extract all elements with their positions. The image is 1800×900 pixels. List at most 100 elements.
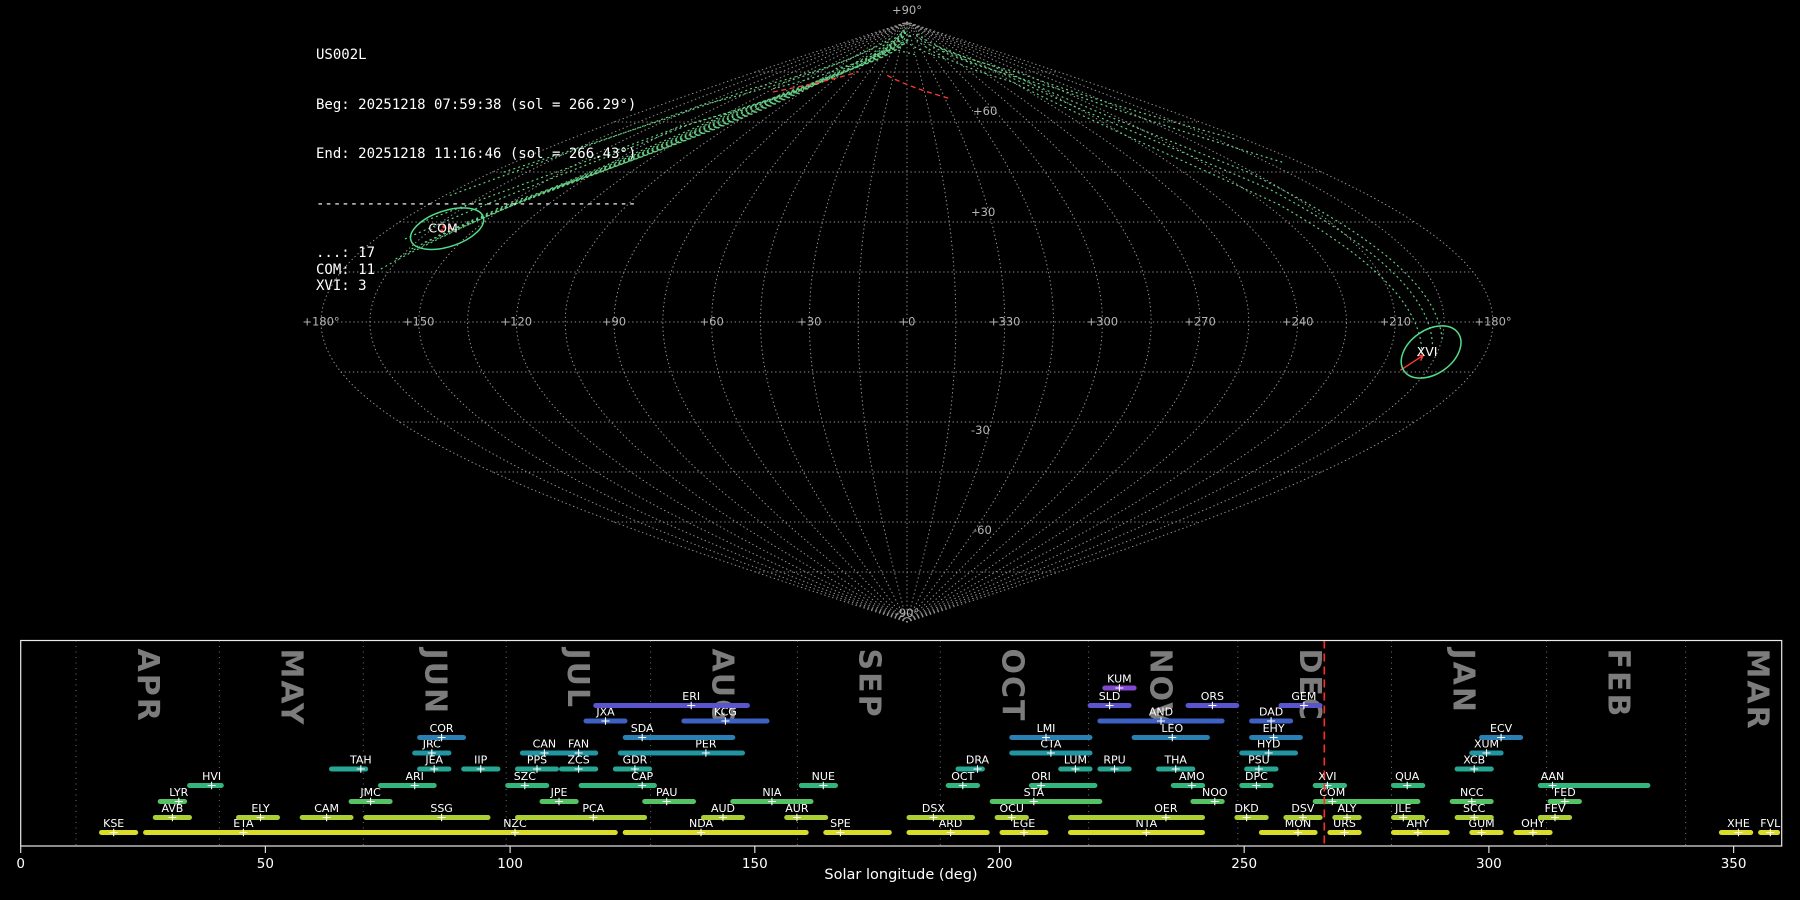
month-label: DEC — [1292, 649, 1327, 722]
longitude-label: +330 — [989, 315, 1021, 329]
shower-label: XVI — [1318, 770, 1336, 783]
shower-label: ORS — [1201, 690, 1224, 703]
count-line: COM: 11 — [316, 261, 376, 278]
shower-bar — [143, 830, 378, 835]
shower-label: KSE — [103, 817, 124, 830]
shower-label: SDA — [631, 722, 654, 735]
shower-label: JPE — [550, 786, 568, 799]
axis-tick-label: 100 — [497, 856, 523, 872]
longitude-label: +180° — [1474, 315, 1511, 329]
shower-label: NOO — [1202, 786, 1228, 799]
separator-line: -------------------------------------- — [316, 195, 637, 212]
shower-bar — [99, 830, 139, 835]
axis-tick-label: 150 — [742, 856, 768, 872]
axis-tick-label: 350 — [1721, 856, 1747, 872]
shower-bar — [1234, 815, 1269, 820]
shower-bar — [515, 815, 648, 820]
activity-timeline: APR MAY JUN JUL AUG SEP OCT NOV DEC JAN FEB MARKSE E… — [16, 639, 1783, 872]
shower-bar — [622, 830, 809, 835]
month-label: JAN — [1446, 647, 1481, 715]
shower-label: EHY — [1263, 722, 1285, 735]
shower-label: IIP — [474, 754, 487, 767]
longitude-label: +60 — [700, 315, 724, 329]
latitude-label: -30 — [971, 423, 990, 437]
shower-label: NUE — [812, 770, 835, 783]
plot-canvas: Solar longitude (deg) COMXVI+180° +150 +12… — [16, 3, 1783, 883]
shower-bar — [593, 703, 750, 708]
shower-bar — [617, 750, 745, 756]
axis-tick-label: 200 — [987, 856, 1013, 872]
count-line: ...: 17 — [316, 245, 376, 261]
shower-label: DSX — [922, 802, 945, 815]
shower-bar — [1009, 735, 1093, 740]
shower-label: DPC — [1245, 770, 1268, 783]
shower-label: AUD — [711, 802, 735, 815]
shower-label: GEM — [1291, 690, 1316, 703]
shower-label: SZC — [514, 770, 537, 783]
month-label: APR — [130, 649, 165, 723]
axis-tick-label: 250 — [1231, 856, 1257, 872]
meteor-radiant-screen: Solar longitude (deg) COM XVI +180° +150 +12… — [0, 0, 1800, 900]
shower-label: OER — [1154, 802, 1178, 815]
meteor-trail — [915, 34, 1434, 350]
month-label: MAR — [1740, 649, 1775, 731]
begin-time: Beg: 20251218 07:59:38 (sol = 266.29°) — [316, 96, 637, 113]
axis-tick-label: 300 — [1476, 856, 1502, 872]
shower-bar — [784, 815, 829, 820]
station-id: US002L — [316, 47, 367, 63]
shower-bar — [906, 815, 975, 820]
shower-bar — [989, 799, 1103, 804]
shower-label: ORI — [1031, 770, 1051, 783]
shower-label: THA — [1163, 754, 1187, 767]
shower-bar — [1068, 830, 1205, 835]
shower-label: NCC — [1460, 786, 1484, 799]
longitude-label: +30 — [797, 315, 821, 329]
shower-label: XHE — [1727, 817, 1750, 830]
shower-label: CAM — [314, 802, 339, 815]
longitude-label: +270 — [1184, 315, 1216, 329]
shower-label: AMO — [1179, 770, 1205, 783]
shower-label: KUM — [1107, 673, 1131, 686]
shower-label: OCT — [951, 770, 974, 783]
shower-label: DRA — [966, 754, 990, 767]
shower-label: ELY — [251, 802, 270, 815]
shower-label: DKD — [1235, 802, 1259, 815]
latitude-label: -90° — [895, 606, 920, 620]
observation-summary: US002L Beg: 20251218 07:59:38 (sol = 266… — [316, 14, 636, 328]
shower-label: TAH — [349, 754, 372, 767]
shower-label: FAN — [568, 738, 589, 751]
shower-label: ERI — [682, 690, 700, 703]
shower-label: LYR — [169, 786, 188, 799]
end-time: End: 20251218 11:16:46 (sol = 266.43°) — [316, 146, 637, 162]
longitude-label: +240 — [1282, 315, 1314, 329]
latitude-label: -60 — [973, 523, 992, 537]
shower-label: LMI — [1037, 722, 1056, 735]
shower-bar — [378, 783, 437, 788]
count-line: XVI: 3 — [316, 278, 367, 294]
shower-label: AND — [1149, 706, 1173, 719]
shower-label: ECV — [1490, 722, 1513, 735]
meteor-counts: ...: 17 COM: 11 XVI: 3 — [316, 245, 636, 295]
shower-bar — [368, 830, 618, 835]
shower-label: QUA — [1395, 770, 1420, 783]
month-label: JUN — [417, 647, 452, 716]
shower-label: HVI — [202, 770, 221, 783]
red-dash-trail — [886, 74, 951, 100]
shower-bar — [1469, 830, 1504, 835]
meteor-trail — [934, 44, 1235, 140]
shower-bar — [1391, 815, 1426, 820]
meteor-trail — [914, 31, 1443, 340]
month-label: JUL — [560, 647, 595, 710]
axis-tick-label: 50 — [257, 856, 274, 872]
shower-label: RPU — [1103, 754, 1125, 767]
shower-label: LEO — [1161, 722, 1183, 735]
shower-label: DSV — [1291, 802, 1314, 815]
shower-label: SSG — [430, 802, 453, 815]
latitude-label: +60 — [973, 104, 997, 118]
shower-label: CAN — [533, 738, 556, 751]
shower-bar — [187, 783, 224, 788]
x-axis-title: Solar longitude (deg) — [824, 867, 977, 883]
latitude-label: +90° — [892, 3, 922, 17]
shower-label: FVL — [1760, 817, 1781, 830]
shower-label: PCA — [582, 802, 604, 815]
